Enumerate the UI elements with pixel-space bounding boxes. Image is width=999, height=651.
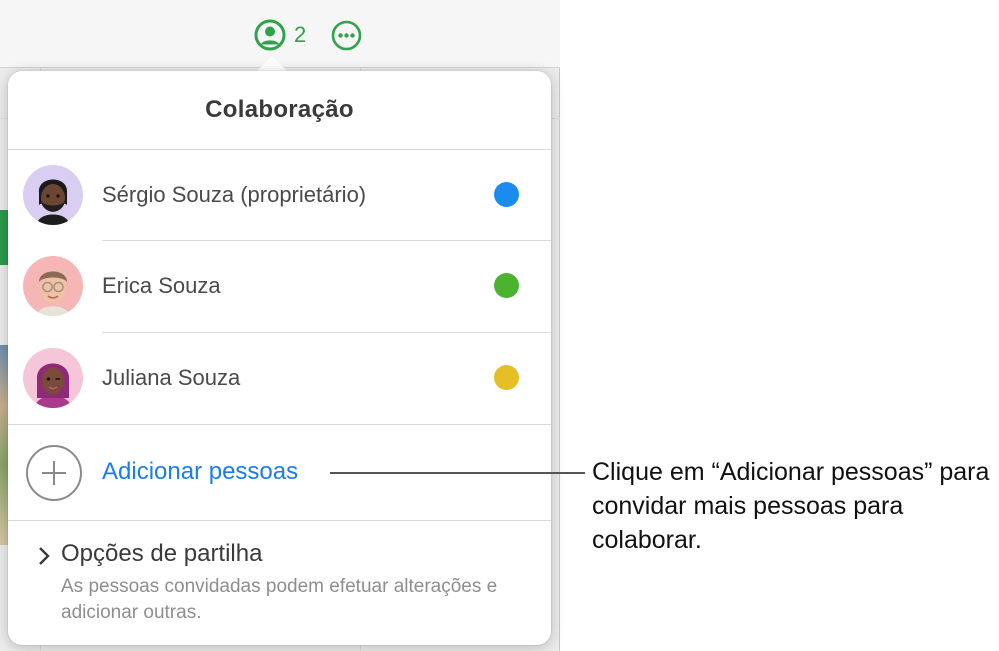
avatar — [23, 347, 83, 408]
plus-circle-icon — [26, 445, 82, 501]
collaborator-color-dot — [494, 182, 519, 207]
memoji-avatar-icon — [37, 179, 69, 225]
collaborator-count: 2 — [294, 22, 307, 47]
popover-arrow — [256, 56, 288, 72]
collaborate-button[interactable]: 2 — [254, 19, 306, 51]
ellipsis-circle-icon — [331, 20, 362, 50]
avatar — [23, 164, 83, 225]
collaborator-color-dot — [494, 365, 519, 390]
callout-line — [330, 472, 585, 474]
collaborator-name: Juliana Souza — [102, 364, 241, 390]
sharing-options-description: As pessoas convidadas podem efetuar alte… — [61, 576, 498, 623]
avatar — [23, 255, 83, 316]
collaborator-name: Sérgio Souza (proprietário) — [102, 181, 367, 207]
background-image-fragment — [0, 345, 8, 545]
collaborator-name: Erica Souza — [102, 272, 221, 298]
collaborator-row[interactable]: Juliana Souza — [8, 332, 551, 423]
memoji-avatar-icon — [37, 271, 69, 316]
background-content-fragment — [0, 210, 8, 265]
chevron-right-icon — [39, 547, 50, 565]
collaborator-row[interactable]: Erica Souza — [8, 240, 551, 331]
memoji-avatar-icon — [35, 363, 71, 408]
person-circle-icon — [254, 19, 286, 51]
more-button[interactable] — [331, 19, 362, 51]
popover-title: Colaboração — [205, 96, 354, 123]
collaborator-row[interactable]: Sérgio Souza (proprietário) — [8, 149, 551, 240]
sharing-options-title: Opções de partilha — [61, 540, 263, 567]
collaboration-popover: Colaboração Sérgio Souza (proprietário) — [8, 71, 551, 645]
add-people-label: Adicionar pessoas — [102, 458, 299, 485]
collaborator-color-dot — [494, 273, 519, 298]
sharing-options-row[interactable]: Opções de partilha As pessoas convidadas… — [8, 521, 551, 645]
callout-text: Clique em “Adicionar pessoas” para convi… — [592, 458, 990, 554]
